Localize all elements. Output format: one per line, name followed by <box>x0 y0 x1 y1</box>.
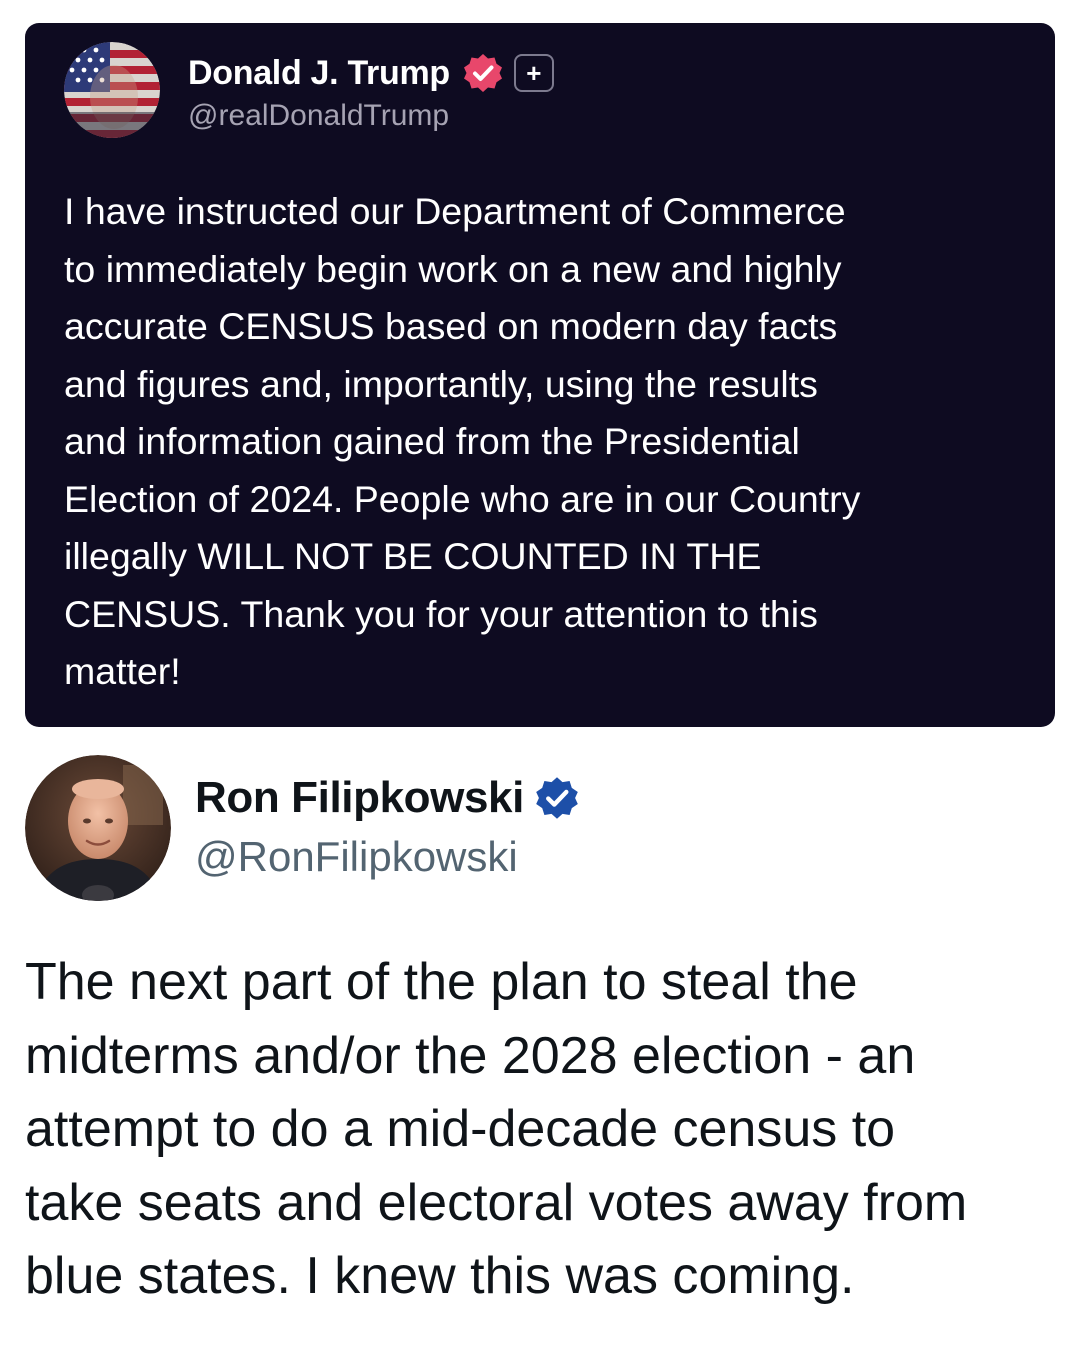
quoted-post-text: I have instructed our Department of Comm… <box>64 183 1024 701</box>
quoted-text-line: CENSUS. Thank you for your attention to … <box>64 592 818 635</box>
quoted-post-card[interactable]: Donald J. Trump + @realDonaldTrump I hav… <box>25 23 1055 727</box>
filipkowski-avatar[interactable] <box>25 755 171 901</box>
blue-check-badge-icon <box>534 775 580 821</box>
trump-avatar[interactable] <box>64 42 160 138</box>
main-text-line: midterms and/or the 2028 election - an <box>25 1026 916 1085</box>
quoted-text-line: accurate CENSUS based on modern day fact… <box>64 305 838 347</box>
main-author-handle[interactable]: @RonFilipkowski <box>195 833 518 881</box>
main-text-line: take seats and electoral votes away from <box>25 1173 968 1232</box>
quoted-text-line: Election of 2024. People who are in our … <box>64 477 861 520</box>
main-text-line: The next part of the plan to steal the <box>25 953 858 1011</box>
main-post-text: The next part of the plan to steal the m… <box>25 946 1055 1314</box>
quoted-author-handle[interactable]: @realDonaldTrump <box>188 99 449 133</box>
pink-check-badge-icon <box>462 52 504 94</box>
main-text-line: attempt to do a mid-decade census to <box>25 1100 896 1158</box>
quoted-text-line: to immediately begin work on a new and h… <box>64 247 842 290</box>
main-author-row: Ron Filipkowski <box>195 770 580 826</box>
quoted-author-name[interactable]: Donald J. Trump <box>188 54 450 93</box>
quoted-text-line: and figures and, importantly, using the … <box>64 362 818 405</box>
main-text-line: blue states. I knew this was coming. <box>25 1247 855 1305</box>
quoted-text-line: illegally WILL NOT BE COUNTED IN THE <box>64 535 762 577</box>
quoted-author-row: Donald J. Trump + <box>188 51 554 95</box>
quoted-text-line: and information gained from the Presiden… <box>64 420 800 462</box>
quoted-text-line: matter! <box>64 650 181 692</box>
plus-badge-icon: + <box>513 54 554 92</box>
quoted-text-line: I have instructed our Department of Comm… <box>64 190 846 232</box>
main-author-name[interactable]: Ron Filipkowski <box>195 773 524 823</box>
